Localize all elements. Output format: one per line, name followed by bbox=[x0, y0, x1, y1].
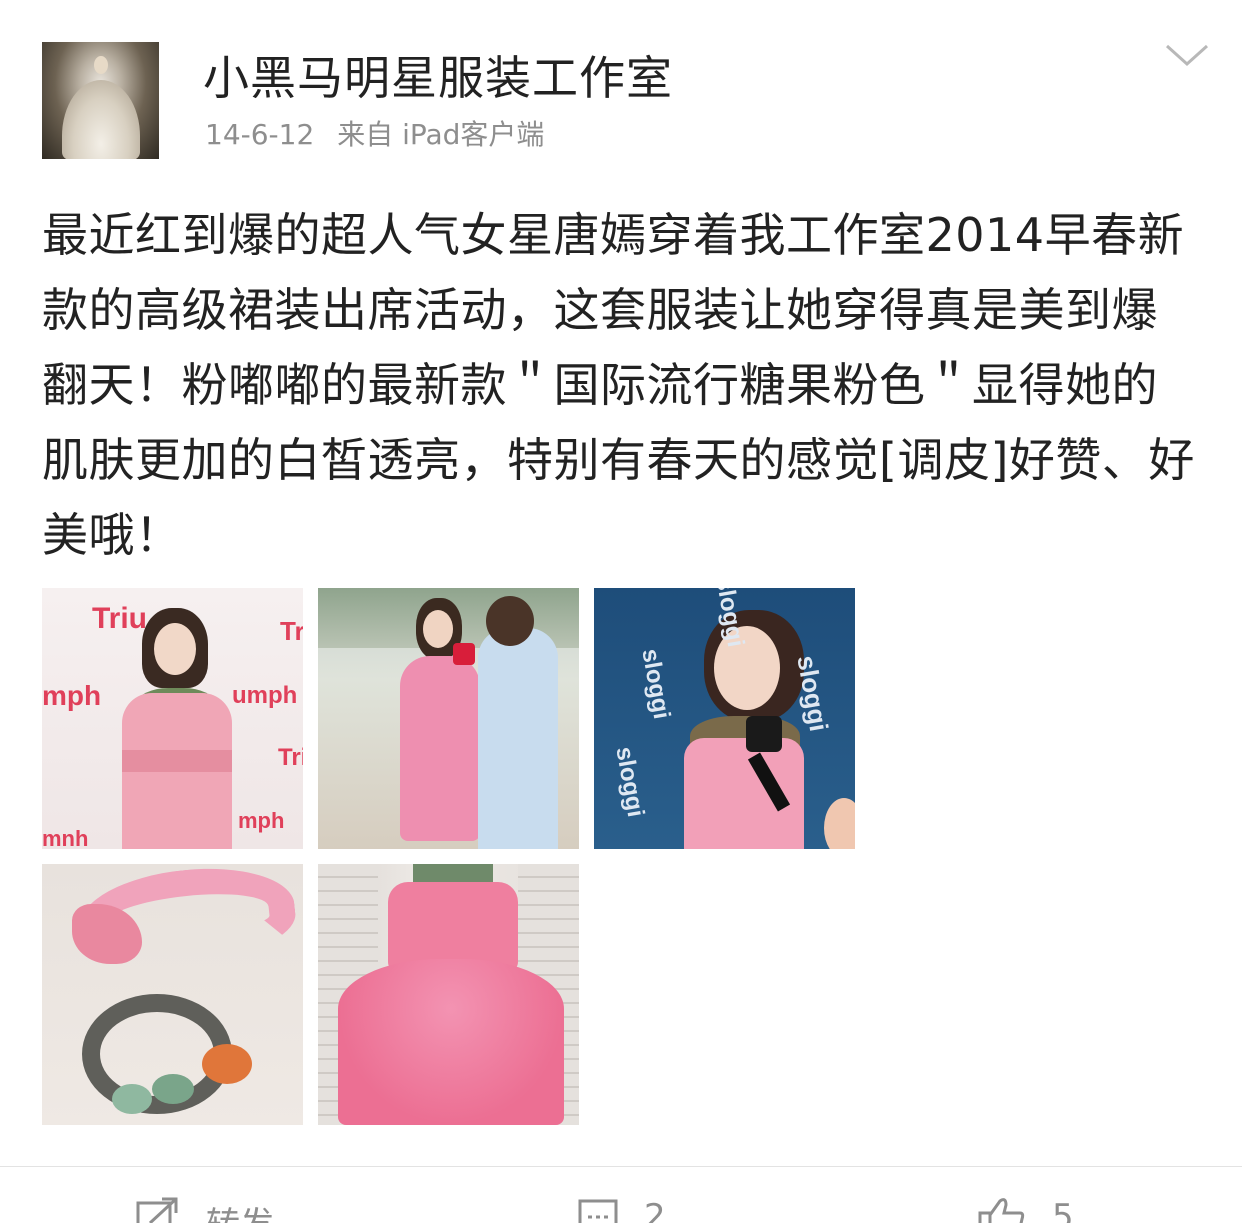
action-toolbar: 转发 2 5 bbox=[0, 1166, 1242, 1223]
brand-text: sloggi bbox=[636, 646, 676, 722]
brand-text: Triu bbox=[92, 602, 148, 635]
like-button[interactable]: 5 bbox=[978, 1197, 1074, 1223]
brand-text: Tr bbox=[280, 616, 303, 646]
like-count: 5 bbox=[1052, 1197, 1074, 1223]
post-date: 14-6-12 bbox=[205, 118, 315, 151]
brand-text: mph bbox=[238, 808, 285, 833]
photo-1[interactable]: Triu Tr mph umph Tri mph mnh bbox=[42, 588, 303, 849]
post-source: 来自 iPad客户端 bbox=[337, 118, 545, 151]
photo-3[interactable]: sloggi sloggi sloggi sloggi bbox=[594, 588, 855, 849]
brand-text: sloggi bbox=[610, 744, 650, 820]
brand-text: Tri bbox=[278, 744, 303, 771]
chevron-down-icon[interactable] bbox=[1163, 38, 1211, 72]
photo-5[interactable] bbox=[318, 864, 579, 1125]
photo-4[interactable] bbox=[42, 864, 303, 1125]
username[interactable]: 小黑马明星服装工作室 bbox=[203, 48, 673, 108]
post-meta: 14-6-12 来自 iPad客户端 bbox=[205, 117, 558, 153]
repost-icon bbox=[136, 1197, 178, 1223]
brand-text: mnh bbox=[42, 826, 89, 849]
repost-label: 转发 bbox=[206, 1197, 274, 1223]
brand-text: mph bbox=[42, 680, 102, 711]
comment-count: 2 bbox=[644, 1197, 666, 1223]
like-icon bbox=[978, 1198, 1025, 1223]
avatar[interactable] bbox=[42, 42, 159, 159]
brand-text: umph bbox=[232, 682, 298, 709]
comment-icon bbox=[578, 1199, 618, 1223]
repost-button[interactable]: 转发 bbox=[136, 1197, 274, 1223]
photo-2[interactable] bbox=[318, 588, 579, 849]
post-text: 最近红到爆的超人气女星唐嫣穿着我工作室2014早春新款的高级裙装出席活动，这套服… bbox=[42, 208, 1195, 562]
comment-button[interactable]: 2 bbox=[578, 1197, 666, 1223]
brand-text: sloggi bbox=[791, 653, 835, 734]
